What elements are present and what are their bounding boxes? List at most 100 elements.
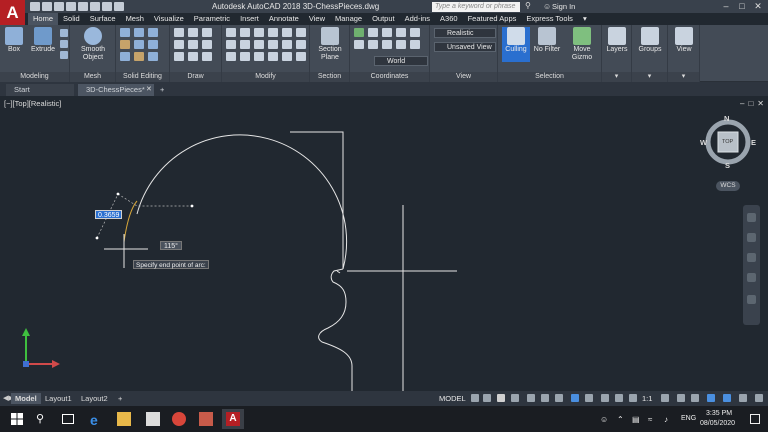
- hatch-icon[interactable]: [202, 52, 212, 61]
- file-explorer-icon[interactable]: [117, 412, 131, 426]
- move-icon[interactable]: [226, 28, 236, 37]
- steering-wheel-icon[interactable]: [747, 213, 756, 222]
- groups-button[interactable]: Groups: [634, 27, 666, 54]
- volume-icon[interactable]: ♪: [664, 415, 668, 424]
- edge-browser-icon[interactable]: e: [90, 412, 104, 428]
- viewcube[interactable]: N S E W TOP: [700, 114, 756, 170]
- customization-icon[interactable]: [755, 394, 763, 402]
- extrude-button[interactable]: Extrude: [28, 27, 58, 54]
- workspace-gear-icon[interactable]: [661, 394, 669, 402]
- union-icon[interactable]: [120, 28, 130, 37]
- windows-start-icon[interactable]: [10, 412, 24, 426]
- drawing-viewport[interactable]: [−][Top][Realistic] – □ ✕ 0.3659 115° Sp…: [0, 96, 768, 391]
- shell-icon[interactable]: [134, 52, 144, 61]
- align-icon[interactable]: [226, 52, 236, 61]
- panel-title-section[interactable]: Section: [310, 72, 349, 82]
- zoom-extents-icon[interactable]: [747, 253, 756, 262]
- ucs-y-icon[interactable]: [410, 40, 420, 49]
- tab-output[interactable]: Output: [367, 13, 400, 25]
- revolve-icon[interactable]: [60, 51, 68, 59]
- auto-scale-icon[interactable]: [629, 394, 637, 402]
- new-tab-button[interactable]: +: [158, 84, 170, 96]
- panel-title-solid-editing[interactable]: Solid Editing: [116, 72, 169, 82]
- save-icon[interactable]: [54, 2, 64, 11]
- snap-icon[interactable]: [483, 394, 491, 402]
- tab-add-ins[interactable]: Add-ins: [400, 13, 435, 25]
- grip-point[interactable]: [116, 192, 120, 196]
- polyline-icon[interactable]: [188, 28, 198, 37]
- ucs-world-icon[interactable]: [410, 28, 420, 37]
- tab-model[interactable]: Model: [11, 393, 41, 404]
- model-space-button[interactable]: MODEL: [437, 393, 468, 404]
- viewcube-west[interactable]: W: [700, 138, 707, 147]
- save-as-icon[interactable]: [66, 2, 76, 11]
- polar-icon[interactable]: [511, 394, 519, 402]
- ucs-face-icon[interactable]: [382, 40, 392, 49]
- viewcube-north[interactable]: N: [724, 114, 729, 123]
- taper-icon[interactable]: [148, 52, 158, 61]
- grip-point[interactable]: [190, 204, 194, 208]
- culling-button[interactable]: Culling: [502, 27, 530, 62]
- explode-icon[interactable]: [282, 40, 292, 49]
- tab-express-tools[interactable]: Express Tools: [521, 13, 578, 25]
- clean-screen-icon[interactable]: [739, 394, 747, 402]
- selection-cycling-icon[interactable]: [601, 394, 609, 402]
- extract-edges-icon[interactable]: [148, 40, 158, 49]
- open-icon[interactable]: [42, 2, 52, 11]
- ucs-view-icon[interactable]: [354, 40, 364, 49]
- join-icon[interactable]: [240, 52, 250, 61]
- sign-in-button[interactable]: Sign In: [552, 2, 575, 11]
- snipping-tool-icon[interactable]: [199, 412, 213, 426]
- mirror-icon[interactable]: [282, 28, 292, 37]
- wifi-icon[interactable]: ≈: [648, 415, 652, 424]
- groups-expand-icon[interactable]: ▾: [632, 72, 667, 82]
- polygon-icon[interactable]: [174, 52, 184, 61]
- spline-icon[interactable]: [202, 40, 212, 49]
- minimize-icon[interactable]: –: [718, 0, 734, 12]
- section-plane-button[interactable]: Section Plane: [313, 27, 347, 62]
- tab-document[interactable]: 3D-ChessPieces*: [78, 84, 154, 96]
- trim-icon[interactable]: [226, 40, 236, 49]
- search-input[interactable]: Type a keyword or phrase: [432, 2, 520, 12]
- fillet-icon[interactable]: [240, 40, 250, 49]
- chrome-icon[interactable]: [172, 412, 186, 426]
- annotation-scale[interactable]: 1:1: [642, 393, 652, 404]
- annotation-monitor-icon[interactable]: [677, 394, 685, 402]
- layers-button[interactable]: Layers: [604, 27, 630, 54]
- chamfer-icon[interactable]: [268, 52, 278, 61]
- pedit-icon[interactable]: [296, 52, 306, 61]
- ucs-icon[interactable]: [354, 28, 364, 37]
- showmotion-icon[interactable]: [747, 295, 756, 304]
- ucs-origin-icon[interactable]: [368, 28, 378, 37]
- lengthen-icon[interactable]: [282, 52, 292, 61]
- tab-layout1[interactable]: Layout1: [41, 393, 76, 404]
- slice-icon[interactable]: [120, 40, 130, 49]
- viewcube-east[interactable]: E: [751, 138, 756, 147]
- share-icon[interactable]: [114, 2, 124, 11]
- wcs-menu[interactable]: WCS: [716, 181, 740, 191]
- move-gizmo-button[interactable]: Move Gizmo: [566, 27, 598, 62]
- binoculars-icon[interactable]: ⚲: [525, 1, 531, 10]
- ucs-z-icon[interactable]: [396, 40, 406, 49]
- tab-manage[interactable]: Manage: [330, 13, 367, 25]
- tab-view[interactable]: View: [304, 13, 330, 25]
- ucs-3point-icon[interactable]: [382, 28, 392, 37]
- object-snap-icon[interactable]: [555, 394, 563, 402]
- pan-icon[interactable]: [747, 233, 756, 242]
- tab-featured-apps[interactable]: Featured Apps: [463, 13, 522, 25]
- clock-time[interactable]: 3:35 PM: [706, 410, 732, 417]
- break-icon[interactable]: [254, 52, 264, 61]
- close-icon[interactable]: ✕: [750, 0, 766, 12]
- layers-expand-icon[interactable]: ▾: [602, 72, 631, 82]
- redo-icon[interactable]: [102, 2, 112, 11]
- transparency-icon[interactable]: [585, 394, 593, 402]
- copy-icon[interactable]: [240, 28, 250, 37]
- box-button[interactable]: Box: [3, 27, 25, 54]
- rotate-icon[interactable]: [268, 28, 278, 37]
- tab-surface[interactable]: Surface: [85, 13, 121, 25]
- view-expand-icon[interactable]: ▾: [668, 72, 699, 82]
- tab-a360[interactable]: A360: [435, 13, 463, 25]
- rectangle-icon[interactable]: [188, 40, 198, 49]
- array-icon[interactable]: [254, 40, 264, 49]
- tab-home[interactable]: Home: [28, 13, 59, 25]
